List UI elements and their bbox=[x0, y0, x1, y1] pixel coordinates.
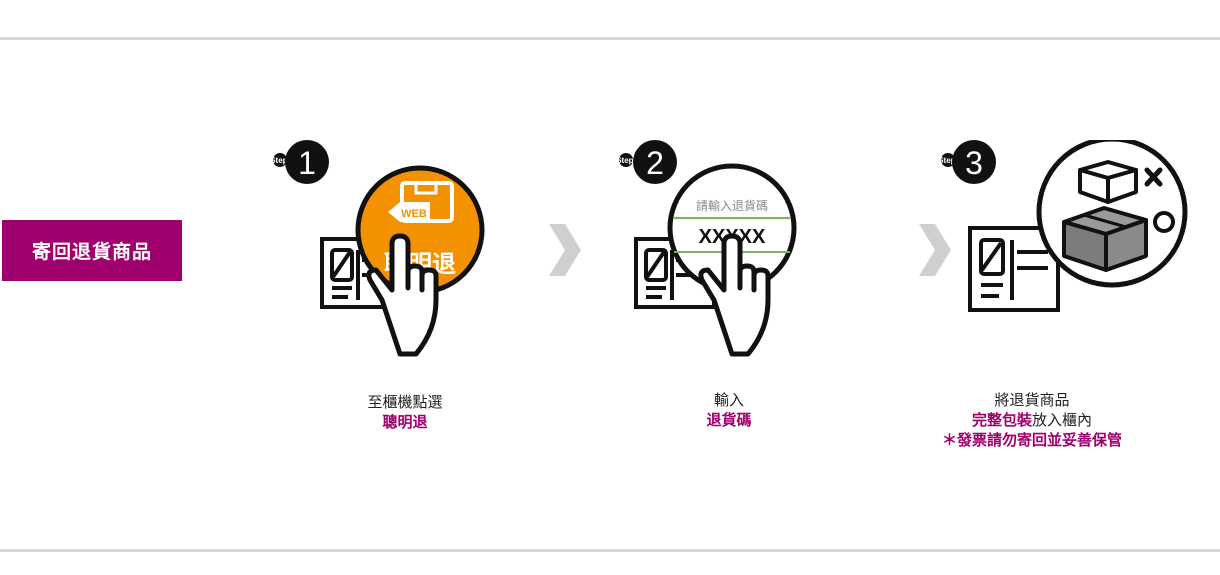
step-badge-number: 1 bbox=[298, 145, 316, 181]
caption-highlight: 完整包裝 bbox=[971, 411, 1032, 429]
caption-highlight: 聰明退 bbox=[382, 413, 428, 431]
step-2: Step. 2 請輸入退貨碼 XXXXX 輸入 退貨碼 bbox=[612, 140, 852, 480]
closed-box-icon bbox=[1062, 206, 1148, 272]
bottom-divider bbox=[0, 549, 1220, 552]
caption-line: 輸入 bbox=[713, 391, 744, 409]
caption-rest: 放入櫃內 bbox=[1032, 411, 1093, 429]
step-badge-number: 3 bbox=[965, 145, 983, 181]
caption-note: ＊發票請勿寄回並妥善保管 bbox=[941, 431, 1122, 449]
web-tag: WEB bbox=[401, 208, 427, 220]
top-divider bbox=[0, 37, 1220, 40]
step-badge-number: 2 bbox=[646, 145, 664, 181]
step-3: Step. 3 將退貨商品 完整包裝放入櫃內 ＊發票請勿寄回並妥善保管 bbox=[910, 140, 1188, 480]
step-3-caption: 將退貨商品 完整包裝放入櫃內 ＊發票請勿寄回並妥善保管 bbox=[912, 390, 1152, 450]
caption-line-2: 完整包裝放入櫃內 bbox=[912, 410, 1152, 430]
caption-line: 將退貨商品 bbox=[994, 391, 1070, 409]
step-1: Step. 1 WEB 聰明退 至櫃機點選 聰明退 bbox=[270, 140, 525, 480]
caption-line: 至櫃機點選 bbox=[367, 393, 443, 411]
bubble-prompt: 請輸入退貨碼 bbox=[696, 198, 768, 213]
step-1-illustration: Step. 1 WEB 聰明退 bbox=[270, 140, 485, 357]
step-badge-prefix: Step. bbox=[616, 156, 636, 165]
chevron-right-icon bbox=[549, 224, 581, 276]
step-3-illustration: Step. 3 bbox=[938, 140, 1188, 312]
step-1-caption: 至櫃機點選 聰明退 bbox=[285, 392, 525, 432]
step-badge: Step. 1 bbox=[270, 140, 329, 184]
step-2-illustration: Step. 2 請輸入退貨碼 XXXXX bbox=[616, 140, 797, 357]
open-box-icon bbox=[1078, 160, 1138, 204]
step-badge: Step. 2 bbox=[616, 140, 677, 184]
caption-highlight: 退貨碼 bbox=[706, 411, 752, 429]
section-title: 寄回退貨商品 bbox=[2, 220, 182, 281]
step-badge: Step. 3 bbox=[938, 140, 996, 184]
section-title-text: 寄回退貨商品 bbox=[31, 241, 152, 263]
step-2-caption: 輸入 退貨碼 bbox=[609, 390, 849, 430]
packing-bubble bbox=[1036, 140, 1188, 288]
